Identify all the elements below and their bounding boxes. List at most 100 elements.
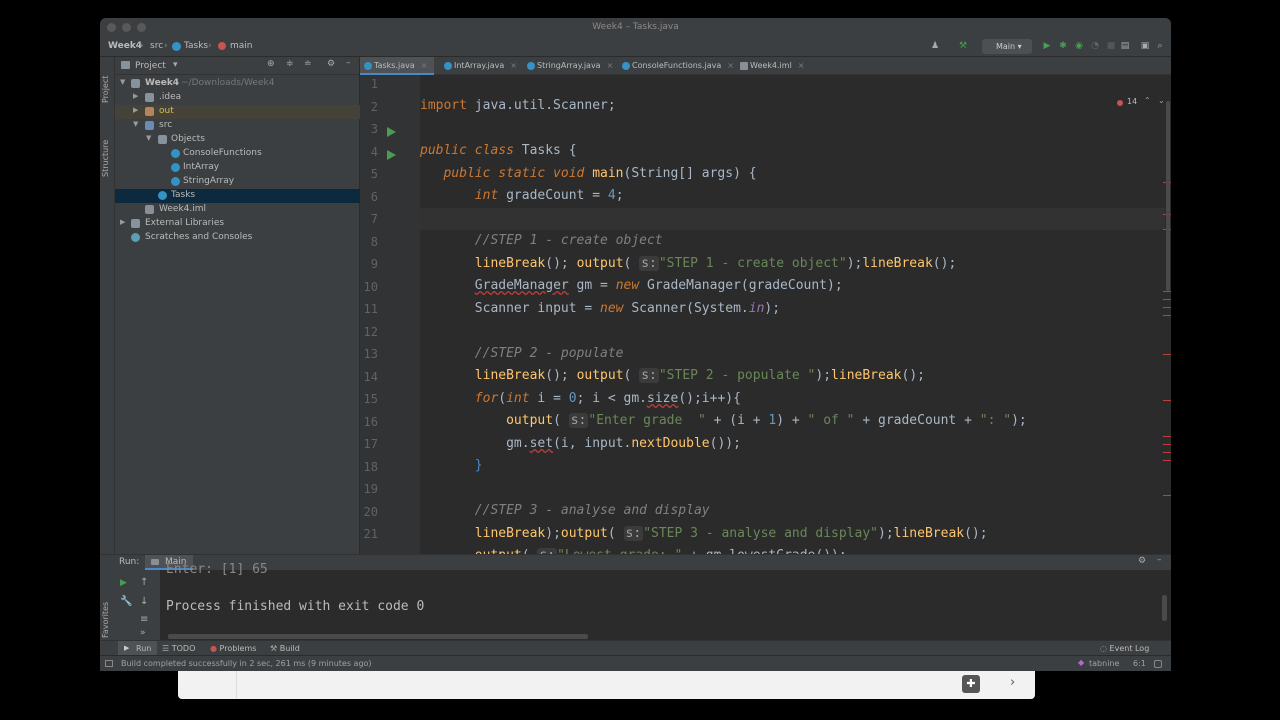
code-line-1[interactable]: import java.util.Scanner;	[420, 95, 616, 117]
code-line-19[interactable]: //STEP 3 - analyse and display	[420, 500, 710, 522]
run-config-dropdown[interactable]: Main ▾	[982, 39, 1032, 54]
console-output[interactable]: Enter: [1] 65 Process finished with exit…	[160, 562, 1160, 641]
tree-item-out[interactable]: ▶ out	[115, 105, 360, 119]
close-icon[interactable]: ×	[421, 61, 428, 70]
tree-item-objects[interactable]: ▼ Objects	[115, 133, 360, 147]
profile-icon[interactable]: ◔	[1090, 41, 1100, 52]
chevron-right-icon[interactable]: ▶	[120, 218, 125, 226]
error-stripe[interactable]	[1163, 436, 1171, 437]
breadcrumb-method[interactable]: main	[230, 41, 253, 51]
more-icon[interactable]: »	[140, 628, 146, 638]
code-line-13[interactable]: lineBreak(); output( s: "STEP 2 - populat…	[420, 365, 925, 387]
code-line-9[interactable]: GradeManager gm = new GradeManager(grade…	[420, 275, 843, 297]
code-line-15[interactable]: output( s: "Enter grade " + (i + 1) + " o…	[420, 410, 1027, 432]
code-line-5[interactable]: int gradeCount = 4;	[420, 185, 624, 207]
tree-item-intarray[interactable]: IntArray	[115, 161, 360, 175]
code-line-20[interactable]: lineBreak);output( s: "STEP 3 - analyse a…	[420, 523, 988, 545]
arrow-up-icon[interactable]: ↑	[140, 577, 148, 588]
tab-tasks-java[interactable]: Tasks.java ×	[360, 57, 434, 75]
error-stripe[interactable]	[1163, 291, 1171, 292]
close-icon[interactable]: ×	[510, 61, 517, 70]
problems-tool-tab[interactable]: ● Problems	[210, 644, 256, 653]
scrollbar-thumb[interactable]	[1166, 101, 1170, 291]
chevron-down-icon[interactable]: ▼	[120, 78, 125, 86]
tree-item-idea[interactable]: ▶ .idea	[115, 91, 360, 105]
code-line-3[interactable]: public class Tasks {	[420, 140, 577, 162]
code-line-7[interactable]: //STEP 1 - create object	[420, 230, 663, 252]
code-line-4[interactable]: public static void main(String[] args) {	[420, 163, 756, 185]
tree-item-tasks[interactable]: Tasks	[115, 189, 360, 203]
code-line-17[interactable]: }	[420, 455, 483, 477]
collapse-all-icon[interactable]: ≐	[304, 59, 312, 69]
lock-icon[interactable]	[1154, 660, 1162, 668]
tree-item-week4-iml[interactable]: Week4.iml	[115, 203, 360, 217]
chevron-down-icon[interactable]: ▼	[146, 134, 151, 142]
console-horizontal-scrollbar[interactable]	[168, 634, 588, 639]
editor-scrollbar[interactable]	[1163, 75, 1171, 554]
tree-item-week4[interactable]: ▼ Week4 ~/Downloads/Week4	[115, 77, 360, 91]
error-stripe[interactable]	[1163, 444, 1171, 445]
code-line-14[interactable]: for(int i = 0; i < gm.size();i++){	[420, 388, 741, 410]
user-icon[interactable]: ♟	[930, 41, 940, 52]
tab-intarray-java[interactable]: IntArray.java ×	[440, 57, 517, 75]
build-tool-tab[interactable]: ⚒ Build	[270, 644, 300, 653]
arrow-down-icon[interactable]: ↓	[140, 596, 148, 607]
chevron-right-icon[interactable]: ›	[1010, 675, 1015, 690]
code-line-10[interactable]: Scanner input = new Scanner(System.in);	[420, 298, 780, 320]
cursor-position[interactable]: 6:1	[1133, 659, 1146, 668]
error-stripe[interactable]	[1163, 299, 1171, 300]
chevron-right-icon[interactable]: ▶	[133, 92, 138, 100]
tree-item-scratches[interactable]: Scratches and Consoles	[115, 231, 360, 245]
project-structure-icon[interactable]: ▤	[1120, 41, 1130, 52]
error-stripe[interactable]	[1163, 354, 1171, 355]
hide-panel-icon[interactable]: –	[346, 58, 351, 68]
favorites-tool-label[interactable]: Favorites	[101, 602, 110, 638]
tabnine-status[interactable]: tabnine	[1089, 659, 1119, 668]
close-icon[interactable]: ×	[798, 61, 805, 70]
tab-consolefunctions-java[interactable]: ConsoleFunctions.java ×	[618, 57, 734, 75]
run-tool-tab[interactable]: ▶ Run	[118, 641, 158, 656]
close-window-button[interactable]	[107, 23, 116, 32]
error-stripe[interactable]	[1163, 400, 1171, 401]
chevron-down-icon[interactable]: ▼	[133, 120, 138, 128]
project-view-dropdown[interactable]: Project	[135, 61, 166, 71]
code-line-12[interactable]: //STEP 2 - populate	[420, 343, 624, 365]
breadcrumb-project[interactable]: Week4	[108, 41, 142, 51]
breadcrumb-src[interactable]: src	[150, 41, 163, 51]
run-icon[interactable]: ▶	[1042, 41, 1052, 52]
tool-windows-icon[interactable]	[105, 660, 113, 667]
gear-icon[interactable]: ⚙	[1138, 556, 1146, 566]
gear-icon[interactable]: ⚙	[327, 59, 335, 69]
search-icon[interactable]: ⌕	[1155, 41, 1165, 52]
tree-item-src[interactable]: ▼ src	[115, 119, 360, 133]
chevron-right-icon[interactable]: ▶	[133, 106, 138, 114]
error-stripe[interactable]	[1163, 460, 1171, 461]
debug-icon[interactable]: ✱	[1058, 41, 1068, 52]
error-stripe[interactable]	[1163, 315, 1171, 316]
stop-icon[interactable]: ■	[1106, 41, 1116, 52]
breadcrumb-class[interactable]: Tasks	[184, 41, 208, 51]
status-message[interactable]: Build completed successfully in 2 sec, 2…	[121, 659, 372, 668]
tree-item-stringarray[interactable]: StringArray	[115, 175, 360, 189]
error-count[interactable]: 14	[1127, 97, 1137, 106]
zoom-window-button[interactable]	[137, 23, 146, 32]
tree-item-consolefunctions[interactable]: ConsoleFunctions	[115, 147, 360, 161]
wrench-icon[interactable]: 🔧	[120, 596, 132, 607]
error-stripe[interactable]	[1163, 307, 1171, 308]
todo-tool-tab[interactable]: ☰ TODO	[162, 644, 195, 653]
error-stripe[interactable]	[1163, 452, 1171, 453]
pin-icon[interactable]: ✚	[962, 675, 980, 693]
error-stripe[interactable]	[1163, 495, 1171, 496]
build-hammer-icon[interactable]: ⚒	[958, 41, 968, 52]
error-icon[interactable]	[1117, 100, 1123, 106]
tab-stringarray-java[interactable]: StringArray.java ×	[523, 57, 613, 75]
project-tool-label[interactable]: Project	[101, 76, 110, 103]
run-class-icon[interactable]	[387, 127, 396, 137]
hide-panel-icon[interactable]: –	[1157, 555, 1162, 565]
rerun-icon[interactable]: ▶	[120, 578, 127, 588]
code-line-8[interactable]: lineBreak(); output( s: "STEP 1 - create …	[420, 253, 956, 275]
expand-all-icon[interactable]: ≑	[286, 59, 294, 69]
chevron-down-icon[interactable]: ▾	[173, 60, 178, 70]
code-line-16[interactable]: gm.set(i, input.nextDouble());	[420, 433, 741, 455]
layout-icon[interactable]: ▣	[1140, 41, 1150, 52]
